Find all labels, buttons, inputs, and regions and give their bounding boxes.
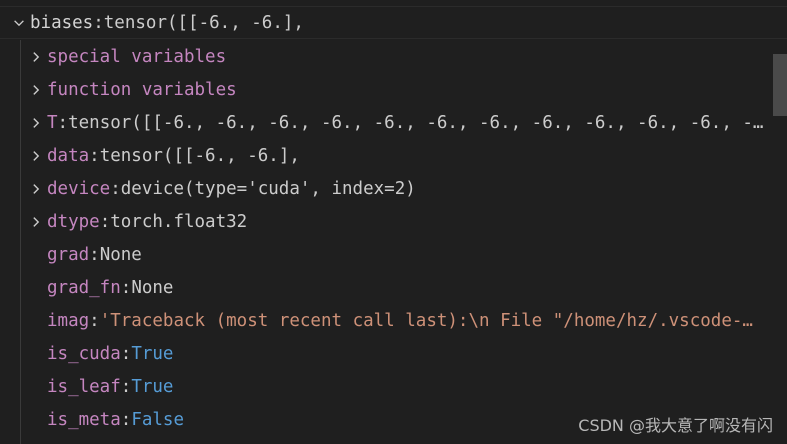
name-separator: :: [57, 112, 69, 133]
variable-name: is_leaf: [47, 376, 121, 397]
variable-name: device: [47, 178, 111, 199]
name-separator: :: [120, 409, 132, 430]
variable-row-grad-fn[interactable]: grad_fn: None: [0, 271, 787, 304]
variable-value: True: [131, 343, 174, 364]
variable-value: None: [131, 277, 174, 298]
scrollbar-thumb[interactable]: [773, 54, 787, 116]
variable-name: grad_fn: [47, 277, 121, 298]
chevron-right-icon[interactable]: [25, 79, 47, 101]
variable-value: True: [131, 376, 174, 397]
variable-name: is_meta: [47, 409, 121, 430]
variable-row-special-variables[interactable]: special variables: [0, 40, 787, 73]
variable-row-data[interactable]: data: tensor([[-6., -6.],: [0, 139, 787, 172]
chevron-right-icon[interactable]: [25, 112, 47, 134]
variable-name: dtype: [47, 211, 100, 232]
variable-row-function-variables[interactable]: function variables: [0, 73, 787, 106]
variable-value: device(type='cuda', index=2): [120, 178, 416, 199]
variable-name: biases: [30, 12, 94, 33]
name-separator: :: [89, 145, 100, 166]
variable-row-grad[interactable]: grad: None: [0, 238, 787, 271]
watermark: CSDN @我大意了啊没有闪: [578, 416, 773, 435]
variable-value: 'Traceback (most recent call last):\n Fi…: [99, 310, 753, 331]
variable-name: is_cuda: [47, 343, 121, 364]
variable-value: False: [131, 409, 184, 430]
variable-row-imag[interactable]: imag: 'Traceback (most recent call last)…: [0, 304, 787, 337]
variable-row-device[interactable]: device: device(type='cuda', index=2): [0, 172, 787, 205]
variable-row-t[interactable]: T: tensor([[-6., -6., -6., -6., -6., -6.…: [0, 106, 787, 139]
variable-value: None: [99, 244, 142, 265]
variable-name: imag: [47, 310, 90, 331]
name-separator: :: [89, 310, 100, 331]
variable-row-is-cuda[interactable]: is_cuda: True: [0, 337, 787, 370]
chevron-right-icon[interactable]: [25, 211, 47, 233]
variable-name: T: [47, 112, 58, 133]
variable-row-dtype[interactable]: dtype: torch.float32: [0, 205, 787, 238]
name-separator: :: [120, 277, 132, 298]
name-separator: :: [110, 178, 121, 199]
variable-value: torch.float32: [110, 211, 248, 232]
variable-name: data: [47, 145, 90, 166]
variable-value: tensor([[-6., -6.],: [99, 145, 300, 166]
variable-name: special variables: [47, 46, 227, 67]
variable-name: function variables: [47, 79, 237, 100]
chevron-right-icon[interactable]: [25, 178, 47, 200]
variable-value: tensor([[-6., -6.],: [103, 12, 304, 33]
name-separator: :: [120, 376, 132, 397]
name-separator: :: [89, 244, 100, 265]
chevron-right-icon[interactable]: [25, 145, 47, 167]
name-separator: :: [93, 12, 104, 33]
chevron-right-icon[interactable]: [25, 46, 47, 68]
variable-row-biases[interactable]: biases: tensor([[-6., -6.],: [0, 6, 787, 39]
name-separator: :: [120, 343, 132, 364]
variable-name: grad: [47, 244, 90, 265]
variable-value: tensor([[-6., -6., -6., -6., -6., -6., -…: [68, 112, 764, 133]
chevron-down-icon[interactable]: [8, 12, 30, 34]
name-separator: :: [99, 211, 111, 232]
variable-row-is-leaf[interactable]: is_leaf: True: [0, 370, 787, 403]
